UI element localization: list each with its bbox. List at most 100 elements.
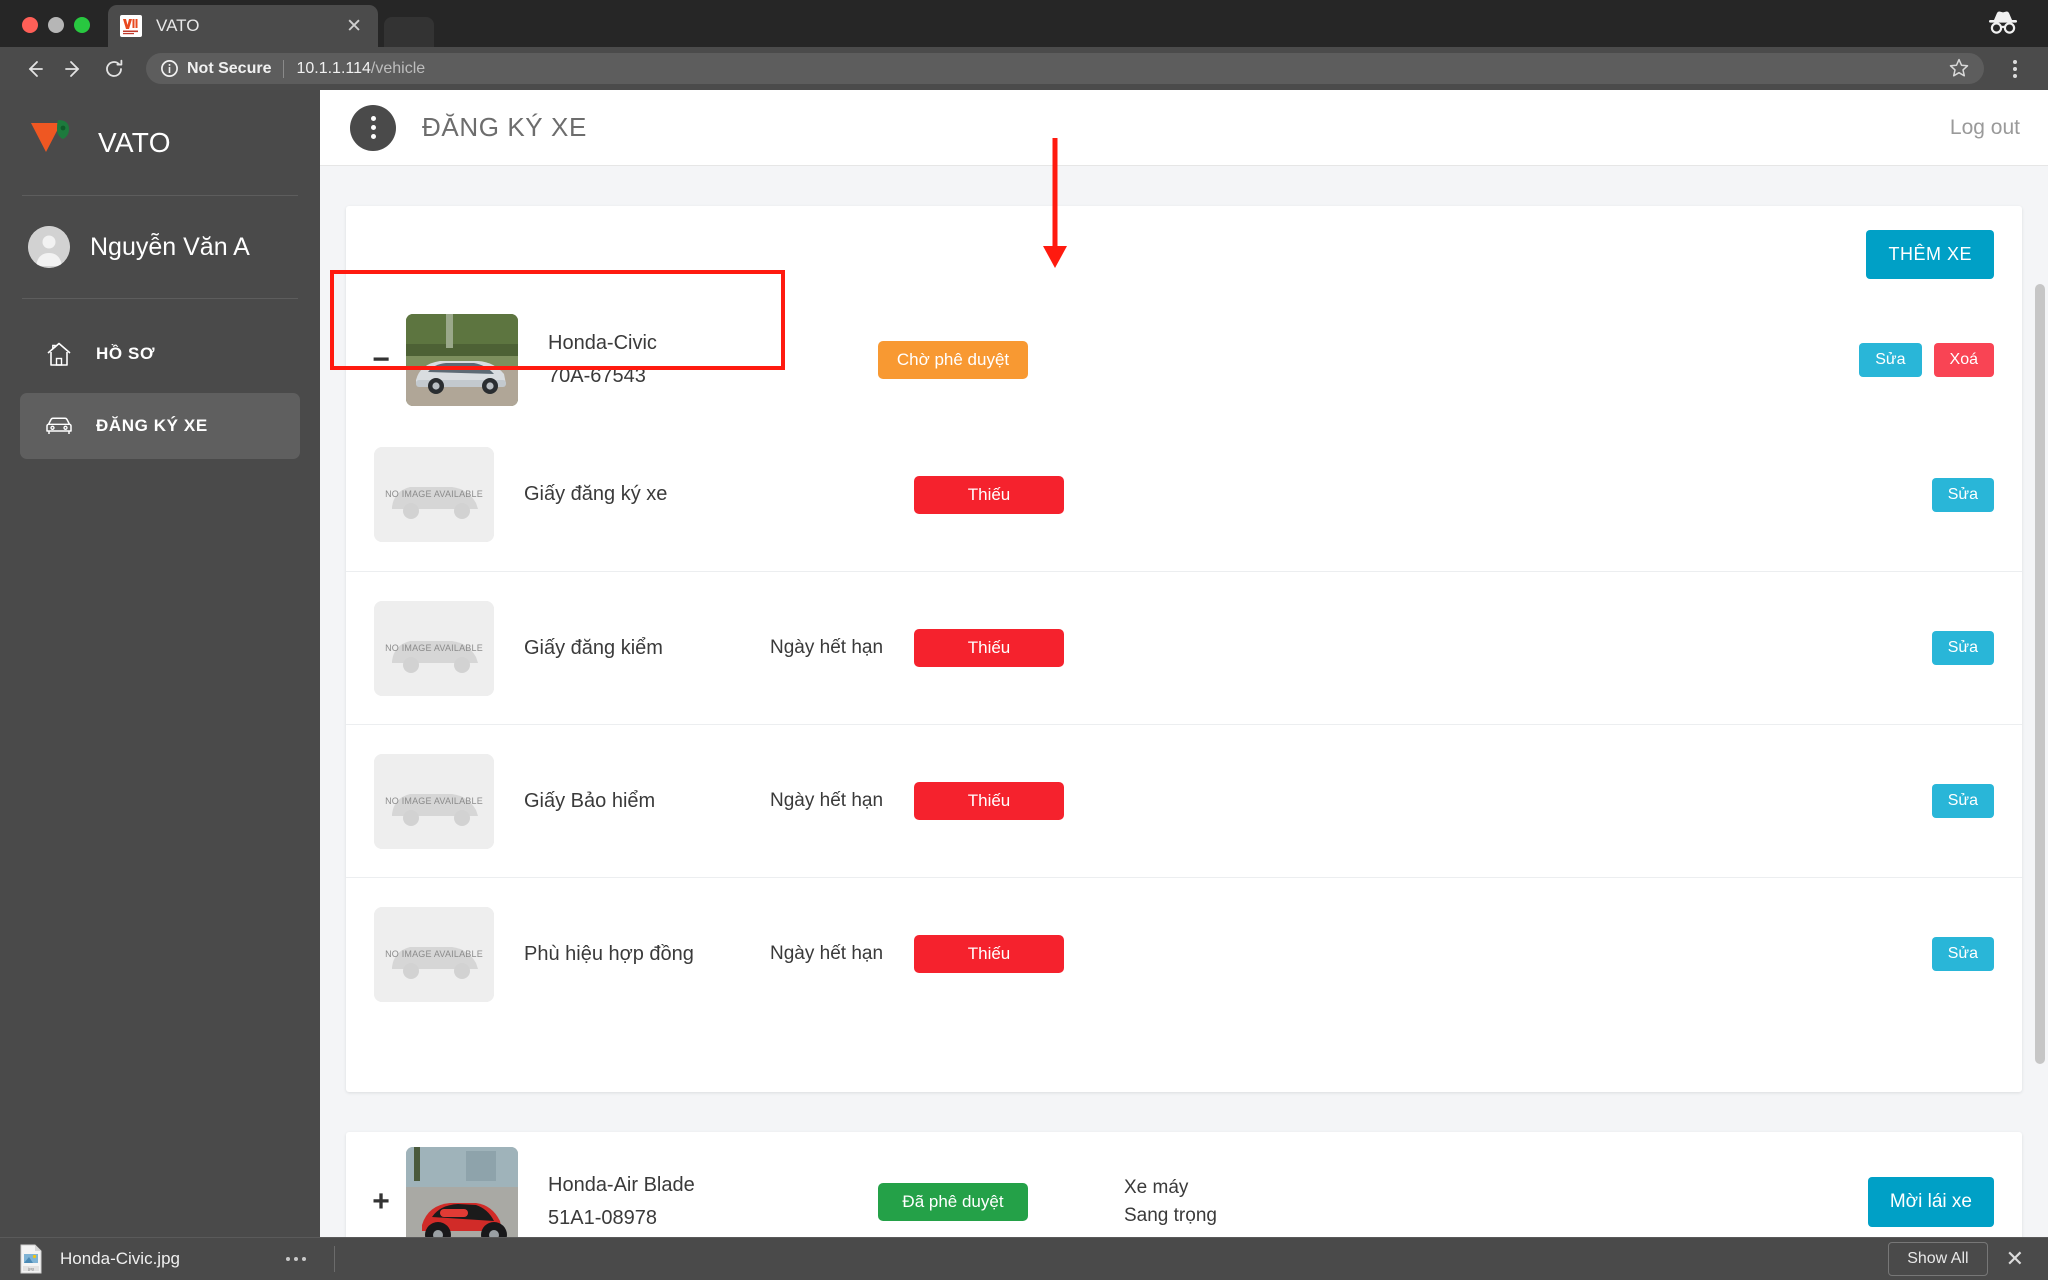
document-actions: Sửa <box>1931 631 1994 665</box>
star-icon[interactable] <box>1948 57 1970 84</box>
scroll-area: THÊM XE − Honda-Civic 70A-67543 Chờ phê … <box>320 138 2048 1280</box>
document-row: NO IMAGE AVAILABLE Giấy Bảo hiểm Ngày hế… <box>346 724 2022 877</box>
sidebar-item-label: ĐĂNG KÝ XE <box>96 416 208 435</box>
url-text: 10.1.1.114/vehicle <box>296 60 425 78</box>
vehicle-plate: 70A-67543 <box>548 365 646 387</box>
download-more-icon[interactable] <box>286 1257 306 1261</box>
tab-title: VATO <box>156 16 200 35</box>
no-image-placeholder-icon[interactable]: NO IMAGE AVAILABLE <box>374 906 494 1002</box>
document-status-wrap: Thiếu <box>914 935 1094 973</box>
document-status-wrap: Thiếu <box>914 782 1094 820</box>
document-row: NO IMAGE AVAILABLE Giấy đăng ký xe Thiếu… <box>346 418 2022 571</box>
vehicle-type-line1: Xe máy <box>1124 1176 1189 1198</box>
document-expiry-label: Ngày hết hạn <box>770 790 884 811</box>
browser-tab-bar: VATO ✕ <box>0 0 2048 47</box>
profile[interactable]: Nguyễn Văn A <box>0 196 320 298</box>
invite-driver-button[interactable]: Mời lái xe <box>1867 1177 1994 1227</box>
car-icon <box>40 411 78 441</box>
vehicle-name: Honda-Air Blade <box>548 1174 695 1196</box>
tab-close-icon[interactable]: ✕ <box>342 17 366 36</box>
edit-document-button[interactable]: Sửa <box>1931 631 1994 665</box>
new-tab-button[interactable] <box>384 17 434 47</box>
info-circle-icon <box>161 60 178 77</box>
download-divider <box>334 1246 335 1272</box>
maximize-window-button[interactable] <box>74 17 90 33</box>
show-all-downloads-button[interactable]: Show All <box>1888 1242 1988 1276</box>
status-badge: Thiếu <box>914 475 1064 514</box>
no-image-label: NO IMAGE AVAILABLE <box>385 948 483 959</box>
jpg-file-icon: jpg <box>18 1244 44 1274</box>
honda-civic-photo[interactable] <box>406 314 518 406</box>
status-badge: Thiếu <box>914 629 1064 667</box>
sidebar-item-dang-ky-xe[interactable]: ĐĂNG KÝ XE <box>20 393 300 459</box>
reload-icon[interactable] <box>96 51 132 87</box>
logout-button[interactable]: Log out <box>1950 116 2020 140</box>
no-image-placeholder-icon[interactable]: NO IMAGE AVAILABLE <box>374 753 494 849</box>
vehicle-name: Honda-Civic <box>548 332 657 354</box>
omnibox-divider <box>283 59 285 78</box>
vehicle-type-line2: Sang trọng <box>1124 1205 1217 1226</box>
status-badge: Chờ phê duyệt <box>878 341 1028 379</box>
url-host: 10.1.1.114 <box>296 59 371 77</box>
browser-tab[interactable]: VATO ✕ <box>108 5 378 47</box>
document-row: NO IMAGE AVAILABLE Phù hiệu hợp đồng Ngà… <box>346 877 2022 1030</box>
document-status-wrap: Thiếu <box>914 629 1094 667</box>
window-traffic-lights <box>0 17 90 47</box>
security-indicator[interactable]: Not Secure <box>160 59 271 78</box>
document-expiry-label: Ngày hết hạn <box>770 637 884 658</box>
no-image-placeholder-icon[interactable]: NO IMAGE AVAILABLE <box>374 600 494 696</box>
close-window-button[interactable] <box>22 17 38 33</box>
incognito-icon <box>1980 7 2026 37</box>
back-arrow-icon[interactable] <box>16 51 52 87</box>
sidebar-item-ho-so[interactable]: HỒ SƠ <box>20 321 300 387</box>
edit-vehicle-button[interactable]: Sửa <box>1859 343 1922 377</box>
header-menu-icon[interactable] <box>350 104 396 151</box>
no-image-label: NO IMAGE AVAILABLE <box>385 642 483 653</box>
edit-document-button[interactable]: Sửa <box>1931 937 1994 971</box>
document-expiry-label: Ngày hết hạn <box>770 943 884 964</box>
svg-text:jpg: jpg <box>27 1266 33 1271</box>
browser-menu-icon[interactable] <box>1998 52 2032 86</box>
no-image-label: NO IMAGE AVAILABLE <box>385 489 483 499</box>
download-item[interactable]: jpg Honda-Civic.jpg <box>18 1244 306 1274</box>
minimize-window-button[interactable] <box>48 17 64 33</box>
add-vehicle-button[interactable]: THÊM XE <box>1866 229 1994 279</box>
address-bar[interactable]: Not Secure 10.1.1.114/vehicle <box>146 53 1984 84</box>
no-image-placeholder-icon[interactable]: NO IMAGE AVAILABLE <box>374 447 494 542</box>
delete-vehicle-button[interactable]: Xoá <box>1933 343 1994 377</box>
avatar-icon <box>28 226 70 268</box>
document-name: Giấy đăng kiểm <box>524 636 663 659</box>
document-name: Giấy Bảo hiểm <box>524 789 656 812</box>
vehicle-row[interactable]: − Honda-Civic 70A-67543 Chờ phê duyệt Sử… <box>346 302 2022 418</box>
not-secure-label: Not Secure <box>187 59 272 77</box>
vehicle-actions: Mời lái xe <box>1867 1177 1994 1227</box>
download-file-name: Honda-Civic.jpg <box>60 1249 180 1268</box>
vehicle-type: Xe máy Sang trọng <box>1124 1174 1217 1231</box>
download-bar: jpg Honda-Civic.jpg Show All ✕ <box>0 1237 2048 1280</box>
vehicle-info: Honda-Civic 70A-67543 <box>548 332 878 388</box>
sidebar-menu: HỒ SƠ ĐĂNG KÝ XE <box>0 299 320 459</box>
document-status-wrap: Thiếu <box>914 475 1094 514</box>
brand: VATO <box>0 90 320 195</box>
document-row: NO IMAGE AVAILABLE Giấy đăng kiểm Ngày h… <box>346 571 2022 724</box>
close-download-bar-icon[interactable]: ✕ <box>2006 1248 2030 1270</box>
sidebar: VATO Nguyễn Văn A HỒ SƠ ĐĂNG KÝ XE <box>0 90 320 1280</box>
document-name: Giấy đăng ký xe <box>524 483 668 505</box>
add-vehicle-bar: THÊM XE <box>346 206 2022 302</box>
page-title: ĐĂNG KÝ XE <box>422 112 587 142</box>
forward-arrow-icon[interactable] <box>56 51 92 87</box>
browser-window: VATO ✕ Not Secure 10.1.1.114/vehicle VAT… <box>0 0 2048 1280</box>
download-bar-right: Show All ✕ <box>1888 1242 2030 1276</box>
browser-toolbar: Not Secure 10.1.1.114/vehicle <box>0 47 2048 90</box>
document-name: Phù hiệu hợp đồng <box>524 942 694 965</box>
vehicle-card: THÊM XE − Honda-Civic 70A-67543 Chờ phê … <box>346 206 2022 1092</box>
document-actions: Sửa <box>1931 477 1994 512</box>
collapse-toggle[interactable]: − <box>368 345 394 375</box>
app-body: VATO Nguyễn Văn A HỒ SƠ ĐĂNG KÝ XE ĐĂNG … <box>0 90 2048 1280</box>
expand-toggle[interactable]: + <box>368 1187 394 1217</box>
card-spacer <box>346 1030 2022 1092</box>
page-scrollbar[interactable] <box>2035 284 2045 1064</box>
edit-document-button[interactable]: Sửa <box>1931 784 1994 818</box>
edit-document-button[interactable]: Sửa <box>1931 477 1994 512</box>
profile-name: Nguyễn Văn A <box>90 232 250 261</box>
